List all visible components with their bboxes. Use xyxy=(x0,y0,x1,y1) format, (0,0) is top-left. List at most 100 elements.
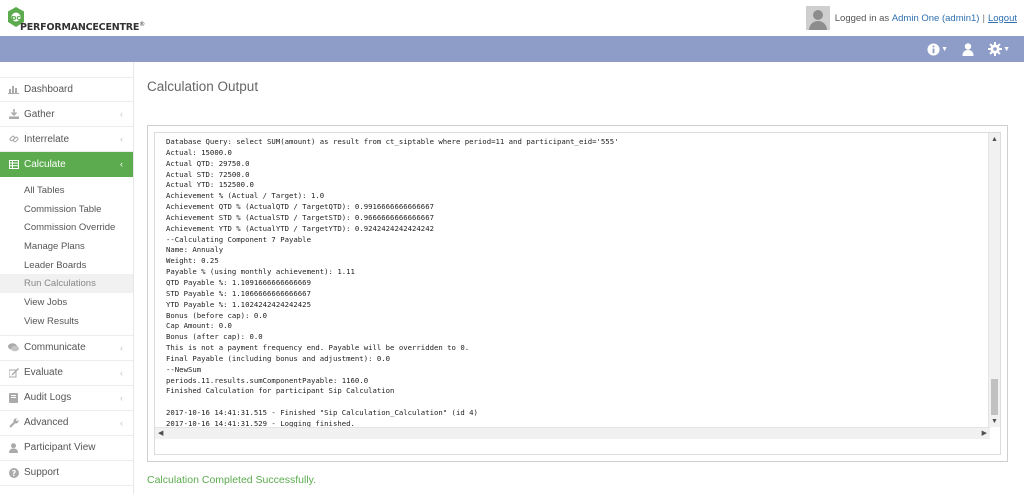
sidebar-item-label: Audit Logs xyxy=(24,392,72,403)
top-navbar: ▼ ▼ xyxy=(0,36,1024,62)
table-icon xyxy=(8,159,19,170)
bar-chart-icon xyxy=(8,84,19,95)
chevron-left-icon: ‹ xyxy=(120,417,123,428)
output-panel: Database Query: select SUM(amount) as re… xyxy=(147,125,1008,462)
submenu-item-commission-override[interactable]: Commission Override xyxy=(0,218,133,237)
scrollbar-thumb[interactable] xyxy=(991,379,998,415)
sidebar: Dashboard Gather ‹ Interrelate ‹ Calcula… xyxy=(0,62,134,494)
submenu-item-view-results[interactable]: View Results xyxy=(0,312,133,331)
page-title: Calculation Output xyxy=(147,79,259,94)
scroll-left-icon[interactable]: ◀ xyxy=(158,429,163,437)
chevron-left-icon: ‹ xyxy=(120,159,123,169)
chevron-left-icon: ‹ xyxy=(120,367,123,378)
logged-in-label: Logged in as xyxy=(834,12,890,24)
log-line: Achievement YTD % (ActualYTD / TargetYTD… xyxy=(166,223,434,233)
scroll-up-icon[interactable]: ▲ xyxy=(991,136,998,143)
submenu-item-leader-boards[interactable]: Leader Boards xyxy=(0,256,133,275)
comments-icon xyxy=(8,342,19,353)
avatar[interactable] xyxy=(805,6,830,30)
logo-text: PERFORMANCECENTRE® xyxy=(20,21,145,34)
user-name-link[interactable]: Admin One (admin1) xyxy=(892,13,980,24)
log-line: This is not a payment frequency end. Pay… xyxy=(166,343,470,353)
vertical-scrollbar[interactable]: ▲ ▼ xyxy=(988,133,1000,427)
log-line: periods.11.results.sumComponentPayable: … xyxy=(166,375,369,385)
user-menu-button[interactable] xyxy=(962,42,974,56)
sidebar-item-audit-logs[interactable]: Audit Logs ‹ xyxy=(0,386,133,411)
info-icon xyxy=(927,42,940,56)
submenu-item-manage-plans[interactable]: Manage Plans xyxy=(0,237,133,256)
horizontal-scrollbar[interactable]: ◀ ▶ xyxy=(155,427,990,439)
log-line: --Calculating Component 7 Payable xyxy=(166,234,311,244)
chevron-down-icon: ▼ xyxy=(941,45,949,53)
scroll-down-icon[interactable]: ▼ xyxy=(991,418,998,425)
sidebar-item-calculate[interactable]: Calculate ‹ xyxy=(0,152,133,177)
pencil-icon xyxy=(8,367,19,378)
logout-link[interactable]: Logout xyxy=(988,13,1017,24)
log-line: YTD Payable %: 1.1024242424242425 xyxy=(166,299,311,309)
calculation-output-log[interactable]: Database Query: select SUM(amount) as re… xyxy=(154,132,1001,455)
main-content: Calculation Output Database Query: selec… xyxy=(135,62,1024,494)
info-menu-button[interactable]: ▼ xyxy=(927,42,949,56)
sidebar-item-dashboard[interactable]: Dashboard xyxy=(0,77,133,102)
log-line: Database Query: select SUM(amount) as re… xyxy=(166,137,619,146)
scroll-right-icon[interactable]: ▶ xyxy=(982,429,987,437)
question-icon: ? xyxy=(8,467,19,478)
log-line: Achievement QTD % (ActualQTD / TargetQTD… xyxy=(166,202,434,212)
sidebar-item-label: Interrelate xyxy=(24,133,70,145)
sidebar-item-label: Communicate xyxy=(24,342,86,353)
sidebar-item-label: Calculate xyxy=(24,158,66,170)
settings-menu-button[interactable]: ▼ xyxy=(988,42,1010,56)
wrench-icon xyxy=(8,417,19,428)
log-line: Actual STD: 72500.0 xyxy=(166,169,250,179)
log-line: Achievement % (Actual / Target): 1.0 xyxy=(166,191,325,201)
log-line: Actual QTD: 29750.0 xyxy=(166,158,250,168)
log-line: Weight: 0.25 xyxy=(166,256,219,266)
submenu-item-all-tables[interactable]: All Tables xyxy=(0,181,133,200)
link-icon xyxy=(8,134,19,145)
log-line: 2017-10-16 14:41:31.515 - Finished "Sip … xyxy=(166,408,478,418)
sidebar-item-label: Evaluate xyxy=(24,367,63,378)
chevron-left-icon: ‹ xyxy=(120,342,123,353)
log-line: Bonus (before cap): 0.0 xyxy=(166,310,268,320)
sidebar-item-label: Dashboard xyxy=(24,84,73,95)
log-line: Actual YTD: 152500.0 xyxy=(166,180,254,190)
submenu-item-run-calculations[interactable]: Run Calculations xyxy=(0,274,133,294)
user-area: Logged in as Admin One (admin1) | Logout xyxy=(805,6,1017,30)
submenu-item-commission-table[interactable]: Commission Table xyxy=(0,200,133,219)
performance-centre-logo[interactable]: pc PERFORMANCECENTRE® xyxy=(6,6,145,34)
top-header: pc PERFORMANCECENTRE® Logged in as Admin… xyxy=(0,0,1024,36)
sidebar-item-communicate[interactable]: Communicate ‹ xyxy=(0,336,133,361)
log-line: Name: Annualy xyxy=(166,245,224,255)
chevron-down-icon: ▼ xyxy=(1003,45,1010,53)
svg-text:?: ? xyxy=(11,469,16,478)
log-line: Final Payable (including bonus and adjus… xyxy=(166,353,391,363)
sidebar-item-advanced[interactable]: Advanced ‹ xyxy=(0,411,133,436)
log-line: Payable % (using monthly achievement): 1… xyxy=(166,267,355,277)
user-icon xyxy=(962,42,974,56)
log-text: Database Query: select SUM(amount) as re… xyxy=(166,137,986,430)
sidebar-item-interrelate[interactable]: Interrelate ‹ xyxy=(0,127,133,152)
sidebar-item-gather[interactable]: Gather ‹ xyxy=(0,102,133,127)
chevron-left-icon: ‹ xyxy=(120,134,123,144)
chevron-left-icon: ‹ xyxy=(120,109,123,119)
calculate-submenu: All Tables Commission Table Commission O… xyxy=(0,177,133,336)
sidebar-item-participant-view[interactable]: Participant View xyxy=(0,436,133,461)
sidebar-item-label: Gather xyxy=(24,108,55,120)
log-line: Cap Amount: 0.0 xyxy=(166,321,232,331)
book-icon xyxy=(8,392,19,403)
log-line: Achievement STD % (ActualSTD / TargetSTD… xyxy=(166,212,434,222)
log-line: --NewSum xyxy=(166,364,202,374)
sidebar-item-label: Support xyxy=(24,467,60,478)
log-line: Bonus (after cap): 0.0 xyxy=(166,332,263,342)
download-icon xyxy=(8,109,19,120)
sidebar-item-evaluate[interactable]: Evaluate ‹ xyxy=(0,361,133,386)
header-separator: | xyxy=(982,12,985,24)
submenu-item-view-jobs[interactable]: View Jobs xyxy=(0,293,133,312)
gear-icon xyxy=(988,42,1003,56)
user-icon xyxy=(8,442,19,453)
log-line: QTD Payable %: 1.1091666666666669 xyxy=(166,277,311,287)
log-line: Actual: 15000.0 xyxy=(166,147,232,157)
sidebar-item-label: Advanced xyxy=(24,417,69,428)
sidebar-item-support[interactable]: ? Support xyxy=(0,461,133,486)
